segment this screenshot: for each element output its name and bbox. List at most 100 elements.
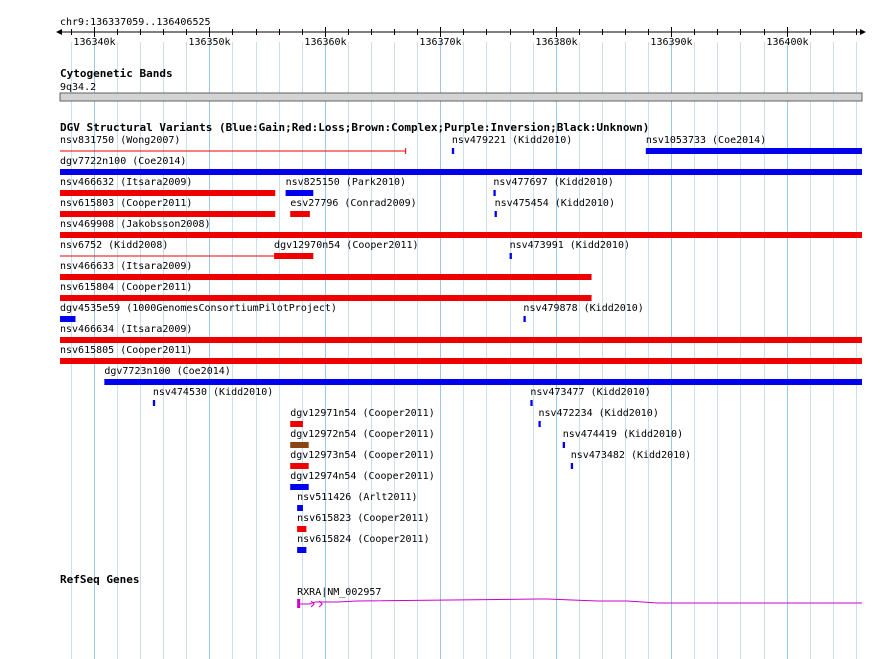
dgv-feature[interactable]: dgv12973n54 (Cooper2011) [290, 450, 435, 469]
dgv-feature[interactable]: dgv12971n54 (Cooper2011) [290, 408, 435, 427]
dgv-feature-label: nsv615803 (Cooper2011) [60, 198, 192, 209]
refseq-gene-label: RXRA|NM_002957 [297, 587, 381, 598]
dgv-feature-label: nsv474530 (Kidd2010) [153, 387, 273, 398]
refseq-track-title: RefSeq Genes [60, 573, 139, 586]
dgv-feature[interactable]: nsv6752 (Kidd2008) [60, 240, 276, 259]
dgv-feature[interactable]: nsv466634 (Itsara2009) [60, 324, 862, 343]
dgv-feature-bar [290, 211, 310, 217]
dgv-feature-bar [570, 463, 574, 469]
dgv-feature-bar [493, 190, 496, 196]
dgv-feature-label: dgv7723n100 (Coe2014) [104, 366, 230, 377]
dgv-feature[interactable]: nsv479221 (Kidd2010) [451, 135, 572, 154]
ruler-tick-label: 136360k [304, 37, 346, 48]
dgv-feature-bar [285, 190, 314, 196]
dgv-feature-bar [290, 442, 309, 448]
dgv-feature-bar [60, 295, 592, 301]
dgv-feature-bar [297, 505, 303, 511]
dgv-feature-bar [494, 211, 497, 217]
dgv-feature[interactable]: nsv511426 (Arlt2011) [297, 492, 418, 511]
dgv-feature-label: nsv825150 (Park2010) [286, 177, 406, 188]
dgv-feature-label: dgv12974n54 (Cooper2011) [290, 471, 435, 482]
strand-arrow-icon [310, 600, 315, 608]
dgv-feature-bar [562, 442, 565, 448]
cytoband-bar[interactable] [59, 92, 863, 102]
dgv-feature[interactable]: dgv7722n100 (Coe2014) [60, 156, 862, 175]
dgv-feature[interactable]: dgv12970n54 (Cooper2011) [274, 240, 419, 259]
dgv-feature[interactable]: nsv475454 (Kidd2010) [494, 198, 615, 217]
dgv-feature-label: nsv477697 (Kidd2010) [493, 177, 613, 188]
dgv-feature-label: nsv615824 (Cooper2011) [297, 534, 429, 545]
dgv-features: nsv831750 (Wong2007) nsv479221 (Kidd2010)… [60, 135, 863, 553]
dgv-feature[interactable]: nsv615805 (Cooper2011) [60, 345, 862, 364]
dgv-feature[interactable]: nsv473482 (Kidd2010) [570, 450, 691, 469]
dgv-feature-label: nsv473482 (Kidd2010) [571, 450, 691, 461]
dgv-feature[interactable]: esv27796 (Conrad2009) [290, 198, 417, 217]
dgv-feature[interactable]: dgv12972n54 (Cooper2011) [290, 429, 435, 448]
dgv-feature-label: nsv472234 (Kidd2010) [538, 408, 658, 419]
dgv-feature-bar [274, 253, 314, 259]
dgv-feature-bar [645, 148, 862, 154]
dgv-feature-label: dgv12970n54 (Cooper2011) [274, 240, 419, 251]
dgv-feature-label: nsv615823 (Cooper2011) [297, 513, 429, 524]
dgv-feature-bar [509, 253, 512, 259]
dgv-feature-label: dgv7722n100 (Coe2014) [60, 156, 186, 167]
dgv-feature-label: dgv12971n54 (Cooper2011) [290, 408, 435, 419]
dgv-feature[interactable]: nsv615803 (Cooper2011) [60, 198, 276, 217]
dgv-feature-label: dgv12972n54 (Cooper2011) [290, 429, 435, 440]
cytoband-label: 9q34.2 [60, 82, 96, 93]
genome-browser-view: chr9:136337059..136406525 136340k 136350k… [56, 17, 866, 659]
dgv-feature[interactable]: nsv1053733 (Coe2014) [645, 135, 862, 154]
dgv-feature[interactable]: nsv474419 (Kidd2010) [562, 429, 683, 448]
dgv-feature[interactable]: dgv12974n54 (Cooper2011) [290, 471, 435, 490]
ruler-left-arrow-icon[interactable] [56, 29, 62, 35]
dgv-feature-bar [104, 379, 863, 385]
dgv-feature-bar [152, 400, 156, 406]
dgv-feature-bar [297, 526, 307, 532]
dgv-feature-bar [60, 211, 276, 217]
dgv-feature-label: nsv466633 (Itsara2009) [60, 261, 192, 272]
dgv-feature[interactable]: nsv466632 (Itsara2009) [60, 177, 276, 196]
dgv-feature-bar [538, 421, 541, 427]
ruler-right-arrow-icon[interactable] [860, 29, 866, 35]
dgv-feature-bar [523, 316, 526, 322]
ruler-tick-label: 136370k [419, 37, 461, 48]
ruler-tick-label: 136390k [650, 37, 692, 48]
dgv-feature-label: nsv1053733 (Coe2014) [646, 135, 766, 146]
dgv-feature-bar [60, 337, 862, 343]
dgv-feature[interactable]: nsv477697 (Kidd2010) [493, 177, 614, 196]
dgv-feature-bar [60, 232, 862, 238]
dgv-feature[interactable]: nsv469908 (Jakobsson2008) [60, 219, 862, 238]
dgv-feature-bar [60, 358, 862, 364]
dgv-feature-label: nsv475454 (Kidd2010) [495, 198, 615, 209]
dgv-feature-bar [530, 400, 533, 406]
dgv-feature-bar [60, 190, 276, 196]
dgv-feature-label: nsv615805 (Cooper2011) [60, 345, 192, 356]
refseq-exon [297, 599, 301, 608]
dgv-feature-bar [60, 316, 76, 322]
dgv-feature[interactable]: dgv4535e59 (1000GenomesConsortiumPilotPr… [60, 303, 337, 322]
dgv-feature-bar [60, 274, 592, 280]
refseq-intron-line [300, 598, 862, 605]
dgv-feature-label: nsv466632 (Itsara2009) [60, 177, 192, 188]
dgv-feature-label: dgv4535e59 (1000GenomesConsortiumPilotPr… [60, 303, 337, 314]
dgv-feature-bar [290, 421, 303, 427]
ruler-tick-label: 136340k [73, 37, 115, 48]
region-label: chr9:136337059..136406525 [60, 17, 211, 28]
dgv-feature[interactable]: dgv7723n100 (Coe2014) [104, 366, 863, 385]
dgv-feature[interactable]: nsv474530 (Kidd2010) [152, 387, 273, 406]
dgv-feature-label: nsv6752 (Kidd2008) [60, 240, 168, 251]
dgv-feature-label: nsv615804 (Cooper2011) [60, 282, 192, 293]
dgv-feature-bar [297, 547, 307, 553]
dgv-feature[interactable]: nsv615824 (Cooper2011) [297, 534, 430, 553]
dgv-feature[interactable]: nsv825150 (Park2010) [285, 177, 406, 196]
ruler-tick-label: 136350k [188, 37, 230, 48]
dgv-feature-bar [60, 169, 862, 175]
dgv-feature-label: nsv473991 (Kidd2010) [510, 240, 630, 251]
dgv-feature-label: nsv831750 (Wong2007) [60, 135, 180, 146]
dgv-feature-bar [290, 484, 309, 490]
cytoband-track-title: Cytogenetic Bands [60, 67, 173, 80]
dgv-feature[interactable]: nsv473991 (Kidd2010) [509, 240, 630, 259]
dgv-feature[interactable]: nsv473477 (Kidd2010) [530, 387, 651, 406]
dgv-feature[interactable]: nsv615823 (Cooper2011) [297, 513, 430, 532]
dgv-feature-bar [451, 148, 455, 154]
